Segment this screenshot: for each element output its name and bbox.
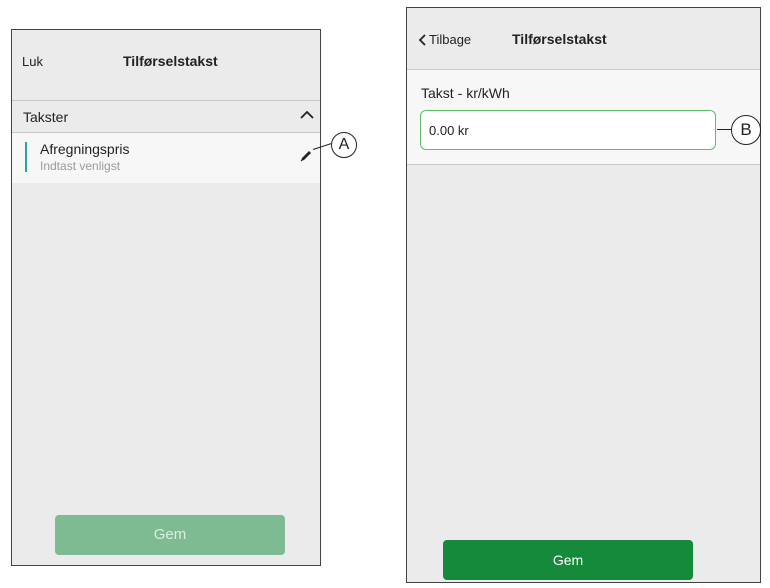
- callout-line-b: [717, 129, 731, 130]
- page-title: Tilførselstakst: [123, 53, 218, 69]
- back-button[interactable]: Tilbage: [418, 32, 471, 47]
- accent-bar: [25, 142, 27, 172]
- section-label: Takster: [23, 109, 69, 125]
- field-label: Takst - kr/kWh: [421, 85, 510, 101]
- save-button[interactable]: Gem: [443, 540, 693, 580]
- close-button[interactable]: Luk: [22, 54, 43, 69]
- page-title: Tilførselstakst: [512, 31, 607, 47]
- list-item-settlement-price[interactable]: Afregningspris Indtast venligst: [12, 133, 320, 183]
- pencil-icon[interactable]: [299, 149, 313, 163]
- list-item-title: Afregningspris: [40, 141, 130, 157]
- callout-a: A: [331, 132, 357, 158]
- chevron-up-icon: [300, 110, 314, 119]
- list-item-subtitle: Indtast venligst: [40, 159, 121, 173]
- rate-field-panel: Takst - kr/kWh: [407, 69, 760, 165]
- field-unit: kr/kWh: [466, 85, 510, 101]
- rate-input[interactable]: [420, 110, 716, 150]
- save-button[interactable]: Gem: [55, 515, 285, 555]
- chevron-left-icon: [418, 33, 426, 46]
- screen-rate-edit: Tilbage Tilførselstakst Takst - kr/kWh G…: [406, 7, 761, 583]
- section-header-rates[interactable]: Takster: [12, 100, 320, 133]
- screen-rates-list: Luk Tilførselstakst Takster Afregningspr…: [11, 29, 321, 566]
- field-label-text: Takst -: [421, 85, 463, 101]
- callout-b: B: [731, 115, 761, 145]
- back-label: Tilbage: [429, 32, 472, 47]
